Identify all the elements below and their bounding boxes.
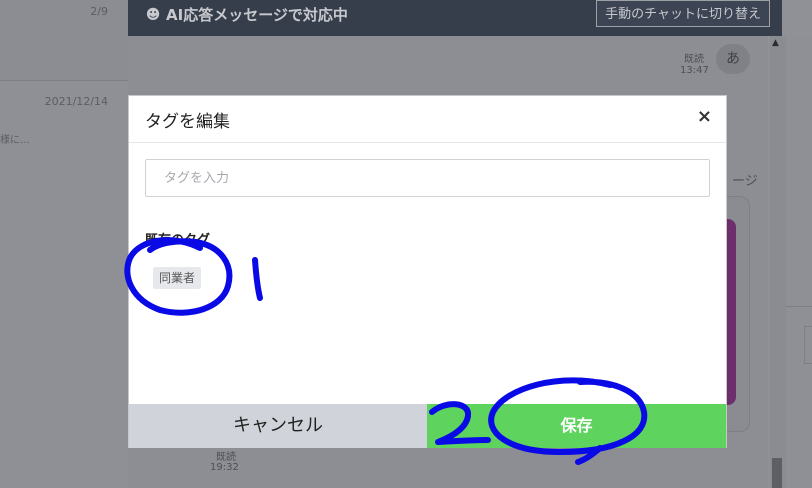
tag-input[interactable] [145,159,710,197]
cancel-button[interactable]: キャンセル [129,404,427,448]
media-thumbnail [726,219,736,405]
chat-mode-title: AI応答メッセージで対応中 [166,6,348,24]
conversation-item[interactable]: 2/9 [0,0,128,81]
edit-tags-modal: タグを編集 × 既存のタグ 同業者 キャンセル 保存 [128,95,727,448]
tag-chip[interactable]: 同業者 [153,267,202,289]
message-time: 19:32 [210,462,239,473]
conversation-date: 2021/12/14 [44,95,108,108]
avatar: あ [716,44,750,74]
right-panel [786,36,812,488]
conversation-list: 2/9 2021/12/14 様に… [0,0,128,488]
modal-header: タグを編集 × [129,96,726,143]
read-status: 既読 [216,452,236,463]
chat-scrollbar[interactable] [770,36,786,488]
message-text-fragment: ージ [732,174,758,189]
save-button[interactable]: 保存 [427,404,726,448]
switch-to-manual-chat-button[interactable]: 手動のチャットに切り替え [596,0,770,27]
chat-header: ☻ AI応答メッセージで対応中 手動のチャットに切り替え [128,0,782,36]
modal-title: タグを編集 [145,112,230,132]
panel-box [804,326,812,364]
bot-icon: ☻ [145,7,161,23]
divider [786,306,812,307]
media-message-card[interactable] [726,196,750,432]
conversation-snippet: 様に… [0,135,30,146]
scroll-thumb[interactable] [772,458,782,488]
message-time: 13:47 [680,65,709,76]
scroll-up-arrow-icon[interactable]: ▲ [772,38,779,48]
conversation-date: 2/9 [90,5,108,18]
close-icon[interactable]: × [697,106,712,127]
read-status: 既読 [684,54,704,65]
existing-tags-label: 既存のタグ [145,233,211,248]
